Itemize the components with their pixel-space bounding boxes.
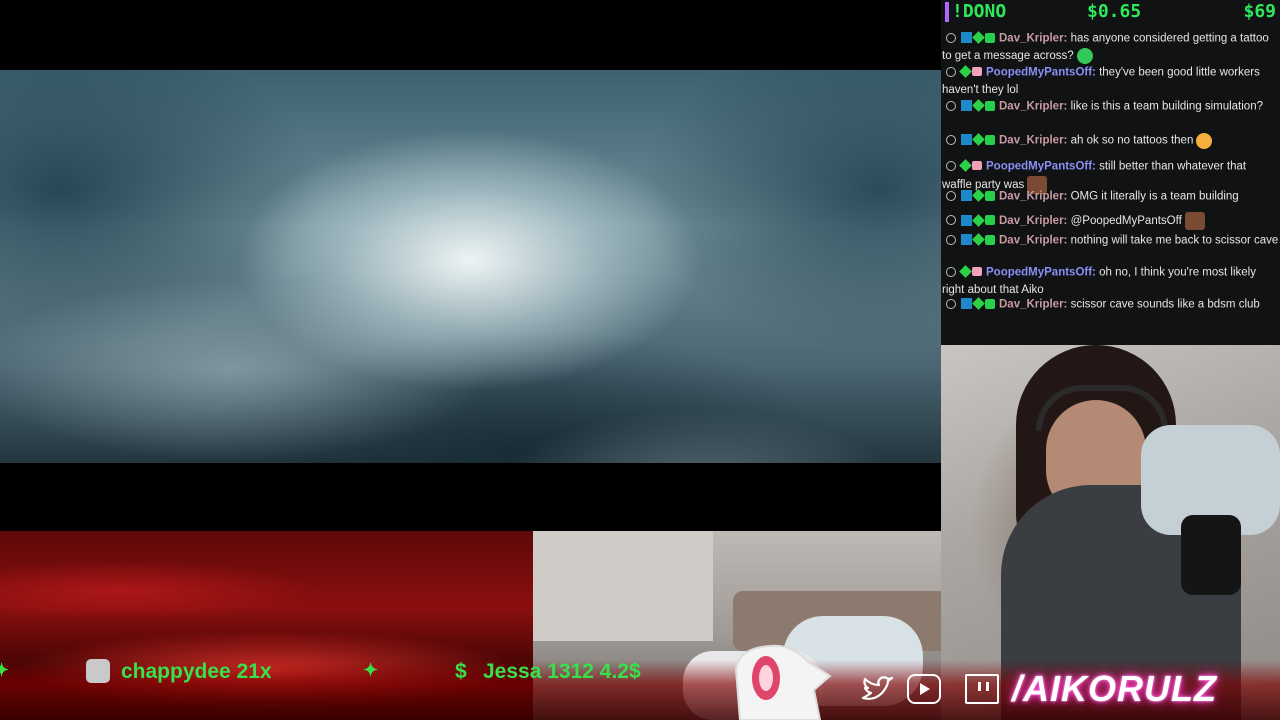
- chat-badges: [942, 264, 984, 281]
- chat-username[interactable]: Dav_Kripler:: [999, 215, 1067, 227]
- green-emote-icon: [1076, 47, 1093, 64]
- sparkle-icon: ✦: [363, 660, 379, 680]
- gift-badge-icon: [985, 234, 995, 245]
- star-badge-icon: [972, 189, 985, 203]
- heart-badge-icon: [972, 67, 982, 77]
- smile-emote-icon: [1196, 132, 1213, 149]
- chat-badges: [942, 188, 997, 205]
- user-card-icon[interactable]: [946, 215, 956, 226]
- star-badge-icon: [972, 99, 985, 113]
- video-player[interactable]: [0, 0, 941, 531]
- youtube-icon[interactable]: [907, 674, 941, 704]
- chat-username[interactable]: PoopedMyPantsOff:: [986, 161, 1096, 173]
- chat-message: Dav_Kripler: like is this a team buildin…: [942, 98, 1279, 116]
- chat-badges: [942, 30, 997, 47]
- chat-username[interactable]: Dav_Kripler:: [999, 299, 1067, 311]
- donation-amount: $0.65: [1087, 1, 1142, 22]
- chat-username[interactable]: Dav_Kripler:: [999, 135, 1067, 147]
- chat-message: Dav_Kripler: ah ok so no tattoos then: [942, 132, 1279, 150]
- twitch-icon[interactable]: [965, 674, 999, 704]
- ticker-item-donation: Jessa 1312 4.2$: [483, 660, 641, 683]
- donation-bar: !DONO $0.65 $69: [941, 0, 1280, 26]
- star-badge-icon: [972, 31, 985, 45]
- heart-badge-icon: [972, 267, 982, 277]
- chat-panel: !DONO $0.65 $69 Dav_Kripler: has anyone …: [941, 0, 1280, 345]
- chat-message: Dav_Kripler: nothing will take me back t…: [942, 232, 1279, 250]
- chat-username[interactable]: PoopedMyPantsOff:: [986, 267, 1096, 279]
- donation-accent: [945, 2, 949, 22]
- user-card-icon[interactable]: [946, 134, 956, 145]
- chat-message: PoopedMyPantsOff: they've been good litt…: [942, 64, 1279, 99]
- gift-badge-icon: [985, 32, 995, 43]
- webcam-microphone: [1181, 515, 1241, 595]
- gift-badge-icon: [985, 134, 995, 145]
- star-badge-icon: [972, 233, 985, 247]
- sparkle-icon: ✦: [0, 660, 10, 680]
- star-badge-icon: [959, 265, 972, 279]
- chat-message: Dav_Kripler: has anyone considered getti…: [942, 30, 1279, 65]
- user-card-icon[interactable]: [946, 298, 956, 309]
- chat-badges: [942, 158, 984, 175]
- prime-badge-icon: [961, 190, 972, 202]
- chat-message: Dav_Kripler: @PoopedMyPantsOff: [942, 212, 1279, 230]
- star-badge-icon: [959, 159, 972, 173]
- video-frame-cloudy-sky: [0, 70, 941, 463]
- chat-username[interactable]: PoopedMyPantsOff:: [986, 67, 1096, 79]
- ticker-item-follow: chappydee 21x: [121, 660, 272, 683]
- twitter-icon[interactable]: [860, 674, 894, 704]
- chat-text: OMG it literally is a team building: [1070, 190, 1239, 203]
- star-badge-icon: [972, 214, 985, 227]
- chat-text: ah ok so no tattoos then: [1070, 134, 1194, 147]
- cat-mascot-icon: [734, 644, 832, 720]
- chat-badges: [942, 64, 984, 81]
- user-card-icon[interactable]: [946, 266, 956, 277]
- chat-username[interactable]: Dav_Kripler:: [999, 235, 1067, 247]
- user-card-icon[interactable]: [946, 32, 956, 43]
- donation-goal: $69: [1243, 1, 1276, 22]
- chat-text: like is this a team building simulation?: [1070, 100, 1263, 113]
- prime-badge-icon: [961, 134, 972, 146]
- chat-badges: [942, 98, 997, 115]
- webcam-wall-door: [533, 531, 713, 641]
- prime-badge-icon: [961, 100, 972, 112]
- chat-message: Dav_Kripler: scissor cave sounds like a …: [942, 296, 1279, 314]
- chat-message: Dav_Kripler: OMG it literally is a team …: [942, 188, 1279, 206]
- chat-text: @PoopedMyPantsOff: [1070, 215, 1182, 228]
- star-badge-icon: [972, 133, 985, 147]
- chat-badges: [942, 232, 997, 249]
- star-badge-icon: [959, 65, 972, 79]
- chat-username[interactable]: Dav_Kripler:: [999, 191, 1067, 203]
- chat-badges: [942, 132, 997, 149]
- gift-badge-icon: [985, 190, 995, 201]
- user-card-icon[interactable]: [946, 190, 956, 201]
- chat-username[interactable]: Dav_Kripler:: [999, 101, 1067, 113]
- event-ticker: ✦ chappydee 21x ✦ $ Jessa 1312 4.2$: [0, 655, 720, 691]
- chat-badges: [942, 296, 997, 313]
- prime-badge-icon: [961, 298, 972, 310]
- channel-handle: /AIKORULZ: [1012, 668, 1217, 709]
- user-card-icon[interactable]: [946, 160, 956, 171]
- prime-badge-icon: [961, 32, 972, 44]
- prime-badge-icon: [961, 234, 972, 246]
- gift-badge-icon: [985, 298, 995, 309]
- prime-badge-icon: [961, 214, 972, 226]
- heart-badge-icon: [972, 161, 982, 171]
- chat-message: PoopedMyPantsOff: oh no, I think you're …: [942, 264, 1279, 299]
- chat-text: scissor cave sounds like a bdsm club: [1070, 298, 1260, 311]
- user-card-icon[interactable]: [946, 234, 956, 245]
- dollar-icon: $: [455, 660, 467, 683]
- face-emote-icon: [1184, 212, 1205, 230]
- user-avatar-icon: [86, 659, 110, 683]
- user-card-icon[interactable]: [946, 66, 956, 77]
- chat-username[interactable]: Dav_Kripler:: [999, 33, 1067, 45]
- gift-badge-icon: [985, 215, 995, 226]
- chat-text: nothing will take me back to scissor cav…: [1070, 234, 1279, 247]
- donation-command: !DONO: [952, 1, 1007, 22]
- chat-badges: [942, 213, 997, 230]
- star-badge-icon: [972, 297, 985, 311]
- gift-badge-icon: [985, 100, 995, 111]
- user-card-icon[interactable]: [946, 100, 956, 111]
